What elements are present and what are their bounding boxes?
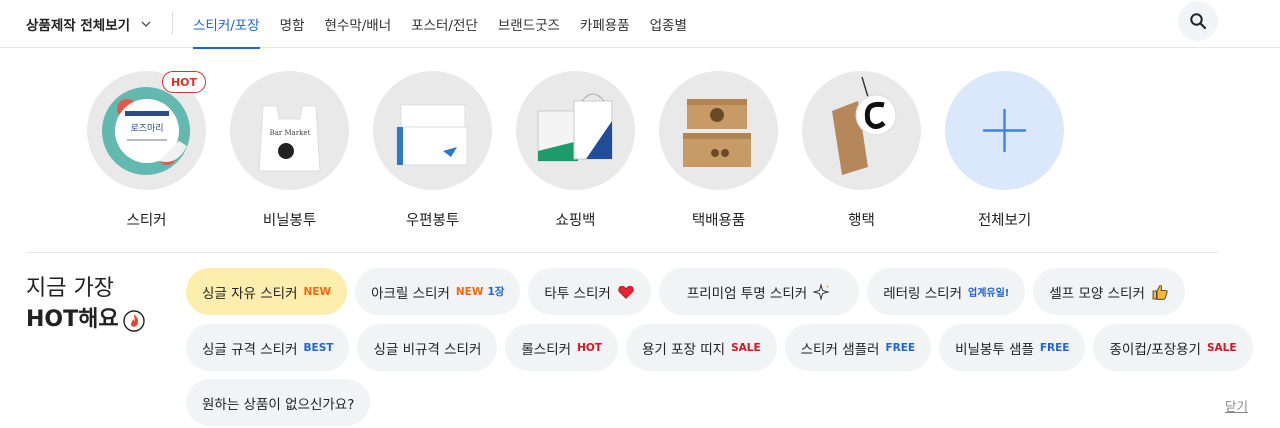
tab-cafe-goods[interactable]: 카페용품 bbox=[580, 0, 630, 48]
category-hang-tag[interactable]: 행택 bbox=[802, 71, 921, 230]
chip-label: 스티커 샘플러 bbox=[800, 341, 880, 358]
svg-text:Bar Market: Bar Market bbox=[270, 129, 311, 137]
top-nav: 상품제작 전체보기 스티커/포장 명함 현수막/배너 포스터/전단 브랜드굿즈 … bbox=[0, 0, 1280, 49]
chip-self-shape-sticker[interactable]: 셀프 모양 스티커 bbox=[1033, 268, 1185, 315]
tab-brand-goods[interactable]: 브랜드굿즈 bbox=[498, 0, 560, 48]
thumbs-up-icon bbox=[1152, 284, 1168, 300]
heart-icon bbox=[618, 285, 634, 299]
chip-tattoo-sticker[interactable]: 타투 스티커 bbox=[528, 268, 651, 315]
category-label: 우편봉투 bbox=[405, 213, 460, 229]
sparkle-icon bbox=[813, 282, 831, 301]
chip-label: 종이컵/포장용기 bbox=[1109, 341, 1201, 358]
free-tag: FREE bbox=[1039, 341, 1070, 354]
chip-vinyl-bag-sample[interactable]: 비닐봉투 샘플 FREE bbox=[939, 324, 1086, 371]
chip-label: 싱글 자유 스티커 bbox=[202, 285, 298, 302]
tab-business-card[interactable]: 명함 bbox=[280, 0, 305, 48]
all-products-label: 상품제작 전체보기 bbox=[26, 18, 131, 34]
chip-label: 아크릴 스티커 bbox=[371, 285, 450, 302]
delivery-box-thumbnail bbox=[659, 71, 778, 190]
chip-single-standard-sticker[interactable]: 싱글 규격 스티커 BEST bbox=[186, 324, 350, 371]
hot-chips-row1: 싱글 자유 스티커 NEW 아크릴 스티커 NEW 1장 타투 스티커 프리미엄… bbox=[186, 268, 1185, 315]
chip-single-free-sticker[interactable]: 싱글 자유 스티커 NEW bbox=[186, 268, 348, 315]
chip-label: 비닐봉투 샘플 bbox=[955, 341, 1034, 358]
category-label: 스티커 bbox=[126, 213, 167, 229]
category-label: 비닐봉투 bbox=[262, 213, 317, 229]
tab-poster-flyer[interactable]: 포스터/전단 bbox=[411, 0, 478, 48]
chip-roll-sticker[interactable]: 롤스티커 HOT bbox=[505, 324, 618, 371]
free-tag: FREE bbox=[885, 341, 916, 354]
hot-tag: HOT bbox=[577, 341, 602, 354]
svg-text:로즈마리: 로즈마리 bbox=[130, 123, 163, 134]
chip-single-nonstandard-sticker[interactable]: 싱글 비규격 스티커 bbox=[357, 324, 498, 371]
chip-label: 타투 스티커 bbox=[544, 285, 611, 302]
tab-banner[interactable]: 현수막/배너 bbox=[325, 0, 392, 48]
all-products-menu[interactable]: 상품제작 전체보기 bbox=[26, 11, 152, 37]
search-icon bbox=[1190, 13, 1207, 30]
hang-tag-thumbnail bbox=[802, 71, 921, 190]
category-delivery[interactable]: 택배용품 bbox=[659, 71, 778, 230]
chevron-down-icon bbox=[141, 21, 151, 27]
vinyl-bag-thumbnail: Bar Market bbox=[230, 71, 349, 190]
chip-request-product[interactable]: 원하는 상품이 없으신가요? bbox=[186, 379, 371, 426]
tab-by-industry[interactable]: 업종별 bbox=[650, 0, 687, 48]
close-link[interactable]: 닫기 bbox=[1225, 396, 1248, 415]
chip-premium-clear-sticker[interactable]: 프리미엄 투명 스티커 bbox=[658, 268, 860, 315]
sale-tag: SALE bbox=[1206, 341, 1237, 354]
category-tabs: 스티커/포장 명함 현수막/배너 포스터/전단 브랜드굿즈 카페용품 업종별 bbox=[193, 0, 687, 49]
category-label: 쇼핑백 bbox=[555, 213, 596, 229]
new-tag: NEW bbox=[303, 285, 332, 298]
hot-title-line1: 지금 가장 bbox=[26, 276, 114, 301]
category-label: 행택 bbox=[848, 213, 875, 229]
tab-sticker-packaging[interactable]: 스티커/포장 bbox=[193, 0, 260, 49]
section-divider bbox=[26, 252, 1218, 253]
category-shopping-bag[interactable]: 쇼핑백 bbox=[516, 71, 635, 230]
chip-paper-cup-container[interactable]: 종이컵/포장용기 SALE bbox=[1093, 324, 1253, 371]
view-all-thumbnail bbox=[945, 71, 1064, 190]
search-button[interactable] bbox=[1178, 1, 1218, 41]
chip-label: 프리미엄 투명 스티커 bbox=[686, 285, 808, 302]
category-label: 전체보기 bbox=[977, 213, 1032, 229]
hot-section-title: 지금 가장 HOT해요 bbox=[26, 273, 145, 335]
chip-lettering-sticker[interactable]: 레터링 스티커 업계유일! bbox=[867, 268, 1026, 315]
category-envelope[interactable]: 우편봉투 bbox=[373, 71, 492, 230]
chip-label: 싱글 규격 스티커 bbox=[202, 341, 298, 358]
nav-divider bbox=[172, 12, 173, 34]
chip-label: 롤스티커 bbox=[521, 341, 572, 358]
category-vinyl-bag[interactable]: Bar Market 비닐봉투 bbox=[230, 71, 349, 230]
sale-tag: SALE bbox=[731, 341, 761, 354]
category-label: 택배용품 bbox=[691, 213, 746, 229]
category-sticker[interactable]: HOT 로즈마리 스티커 bbox=[87, 71, 206, 230]
chip-acrylic-sticker[interactable]: 아크릴 스티커 NEW 1장 bbox=[355, 268, 521, 315]
hot-chips-row2: 싱글 규격 스티커 BEST 싱글 비규격 스티커 롤스티커 HOT 용기 포장… bbox=[186, 324, 1253, 371]
category-grid: HOT 로즈마리 스티커 Bar Market 비닐봉투 우편봉투 쇼핑백 택배… bbox=[87, 71, 1064, 230]
qty-tag: 1장 bbox=[487, 286, 505, 298]
chip-label: 레터링 스티커 bbox=[883, 285, 962, 302]
best-tag: BEST bbox=[303, 341, 334, 354]
exclusive-tag: 업계유일! bbox=[968, 288, 1010, 299]
chip-label: 셀프 모양 스티커 bbox=[1049, 285, 1145, 302]
hot-chips-row3: 원하는 상품이 없으신가요? bbox=[186, 379, 371, 426]
hot-title-line2-wrap: HOT해요 bbox=[26, 304, 145, 335]
chip-label: 싱글 비규격 스티커 bbox=[373, 341, 482, 358]
hot-title-line2: HOT해요 bbox=[26, 307, 119, 332]
plus-icon bbox=[982, 108, 1027, 153]
shopping-bag-thumbnail bbox=[516, 71, 635, 190]
hot-badge: HOT bbox=[162, 71, 206, 93]
chip-sticker-sampler[interactable]: 스티커 샘플러 FREE bbox=[784, 324, 932, 371]
envelope-thumbnail bbox=[373, 71, 492, 190]
chip-container-band[interactable]: 용기 포장 띠지 SALE bbox=[625, 324, 777, 371]
category-view-all[interactable]: 전체보기 bbox=[945, 71, 1064, 230]
chip-label: 원하는 상품이 없으신가요? bbox=[202, 396, 355, 413]
fire-icon bbox=[122, 309, 145, 332]
chip-label: 용기 포장 띠지 bbox=[641, 341, 726, 358]
new-tag: NEW bbox=[455, 285, 484, 298]
